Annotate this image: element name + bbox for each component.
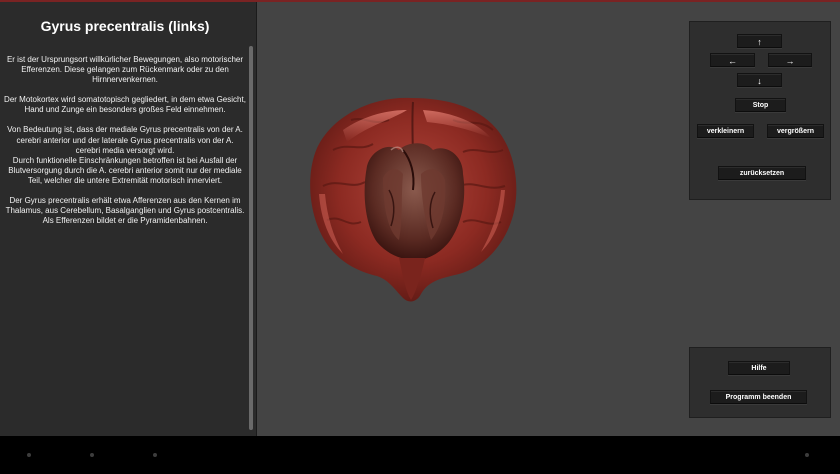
rotate-up-button[interactable]: ↑ [737, 34, 782, 48]
brain-model-icon[interactable] [303, 90, 523, 310]
app-panel: Hilfe Programm beenden [689, 347, 831, 418]
zoom-in-button[interactable]: vergrößern [767, 124, 824, 138]
info-paragraph-4-text: Durch funktionelle Einschränkungen betro… [8, 155, 242, 185]
rotate-right-button[interactable]: → [768, 53, 812, 67]
info-paragraph-3: Von Bedeutung ist, dass der mediale Gyru… [4, 125, 246, 186]
menu-icon[interactable] [805, 453, 809, 457]
quit-button[interactable]: Programm beenden [710, 390, 807, 404]
rotate-down-button[interactable]: ↓ [737, 73, 782, 87]
zoom-out-button[interactable]: verkleinern [697, 124, 754, 138]
rotate-left-button[interactable]: ← [710, 53, 755, 67]
info-panel: Gyrus precentralis (links) Er ist der Ur… [0, 2, 257, 436]
navigation-panel: ↑ ← → ↓ Stop verkleinern vergrößern zurü… [689, 21, 831, 200]
info-scrollbar-thumb[interactable] [249, 46, 253, 430]
info-paragraph-3-text: Von Bedeutung ist, dass der mediale Gyru… [7, 125, 243, 155]
recent-apps-icon[interactable] [153, 453, 157, 457]
info-text[interactable]: Er ist der Ursprungsort willkürlicher Be… [4, 55, 246, 236]
home-icon[interactable] [90, 453, 94, 457]
reset-button[interactable]: zurücksetzen [718, 166, 806, 180]
stop-button[interactable]: Stop [735, 98, 786, 112]
brain-3d-viewport[interactable] [257, 2, 687, 436]
info-paragraph-1: Er ist der Ursprungsort willkürlicher Be… [6, 55, 244, 85]
info-paragraph-5: Der Gyrus precentralis erhält etwa Affer… [5, 196, 245, 226]
info-paragraph-2: Der Motokortex wird somatotopisch geglie… [4, 95, 246, 115]
app-window: Gyrus precentralis (links) Er ist der Ur… [0, 0, 840, 474]
help-button[interactable]: Hilfe [728, 361, 790, 375]
info-scrollbar[interactable] [249, 46, 253, 430]
system-navigation-bar [0, 436, 840, 474]
back-icon[interactable] [27, 453, 31, 457]
info-title: Gyrus precentralis (links) [40, 18, 210, 34]
